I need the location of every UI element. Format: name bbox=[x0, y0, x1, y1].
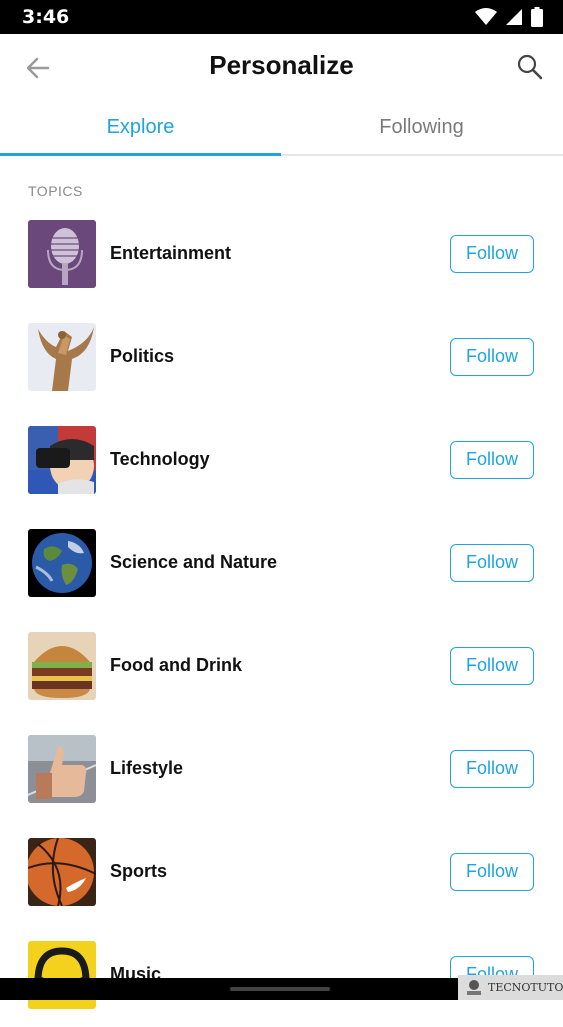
topic-item-lifestyle[interactable]: Lifestyle Follow bbox=[0, 718, 563, 821]
topic-name: Technology bbox=[110, 449, 210, 469]
wifi-icon bbox=[475, 8, 497, 25]
topic-name: Food and Drink bbox=[110, 655, 242, 675]
home-gesture-handle[interactable] bbox=[230, 987, 330, 991]
topic-item-sports[interactable]: Sports Follow bbox=[0, 821, 563, 924]
page-title: Personalize bbox=[209, 50, 354, 80]
follow-button[interactable]: Follow bbox=[450, 647, 534, 685]
topic-name: Politics bbox=[110, 346, 175, 366]
signal-icon bbox=[506, 9, 522, 25]
vr-headset-image bbox=[28, 426, 96, 494]
tab-explore[interactable]: Explore bbox=[0, 98, 281, 154]
watermark: TECNOTUTO bbox=[458, 975, 563, 1000]
follow-button[interactable]: Follow bbox=[450, 235, 534, 273]
topic-name: Entertainment bbox=[110, 243, 232, 263]
topic-list: Entertainment Follow Politics Follow Tec… bbox=[0, 203, 563, 1027]
battery-icon bbox=[531, 7, 543, 27]
follow-button[interactable]: Follow bbox=[450, 853, 534, 891]
topic-item-science-and-nature[interactable]: Science and Nature Follow bbox=[0, 512, 563, 615]
statue-image bbox=[28, 323, 96, 391]
topic-item-food-and-drink[interactable]: Food and Drink Follow bbox=[0, 615, 563, 718]
tab-following[interactable]: Following bbox=[281, 98, 562, 154]
section-label: TOPICS bbox=[28, 183, 83, 199]
topic-name: Sports bbox=[110, 861, 168, 881]
status-bar: 3:46 bbox=[0, 0, 563, 34]
status-icons bbox=[475, 7, 543, 27]
earth-image bbox=[28, 529, 96, 597]
follow-button[interactable]: Follow bbox=[450, 441, 534, 479]
tab-indicator bbox=[0, 153, 281, 156]
burger-image bbox=[28, 632, 96, 700]
watermark-text: TECNOTUTO bbox=[488, 981, 563, 994]
app-bar: Personalize bbox=[0, 34, 563, 98]
topic-name: Science and Nature bbox=[110, 552, 278, 572]
watermark-logo-icon bbox=[467, 980, 481, 995]
topic-item-technology[interactable]: Technology Follow bbox=[0, 409, 563, 512]
basketball-image bbox=[28, 838, 96, 906]
follow-button[interactable]: Follow bbox=[450, 338, 534, 376]
status-time: 3:46 bbox=[22, 6, 70, 28]
tab-bar: Explore Following bbox=[0, 98, 563, 156]
topic-item-politics[interactable]: Politics Follow bbox=[0, 306, 563, 409]
topic-item-entertainment[interactable]: Entertainment Follow bbox=[0, 203, 563, 306]
microphone-image bbox=[28, 220, 96, 288]
follow-button[interactable]: Follow bbox=[450, 750, 534, 788]
search-icon[interactable] bbox=[515, 52, 545, 82]
topic-name: Lifestyle bbox=[110, 758, 184, 778]
follow-button[interactable]: Follow bbox=[450, 544, 534, 582]
thumbs-up-image bbox=[28, 735, 96, 803]
